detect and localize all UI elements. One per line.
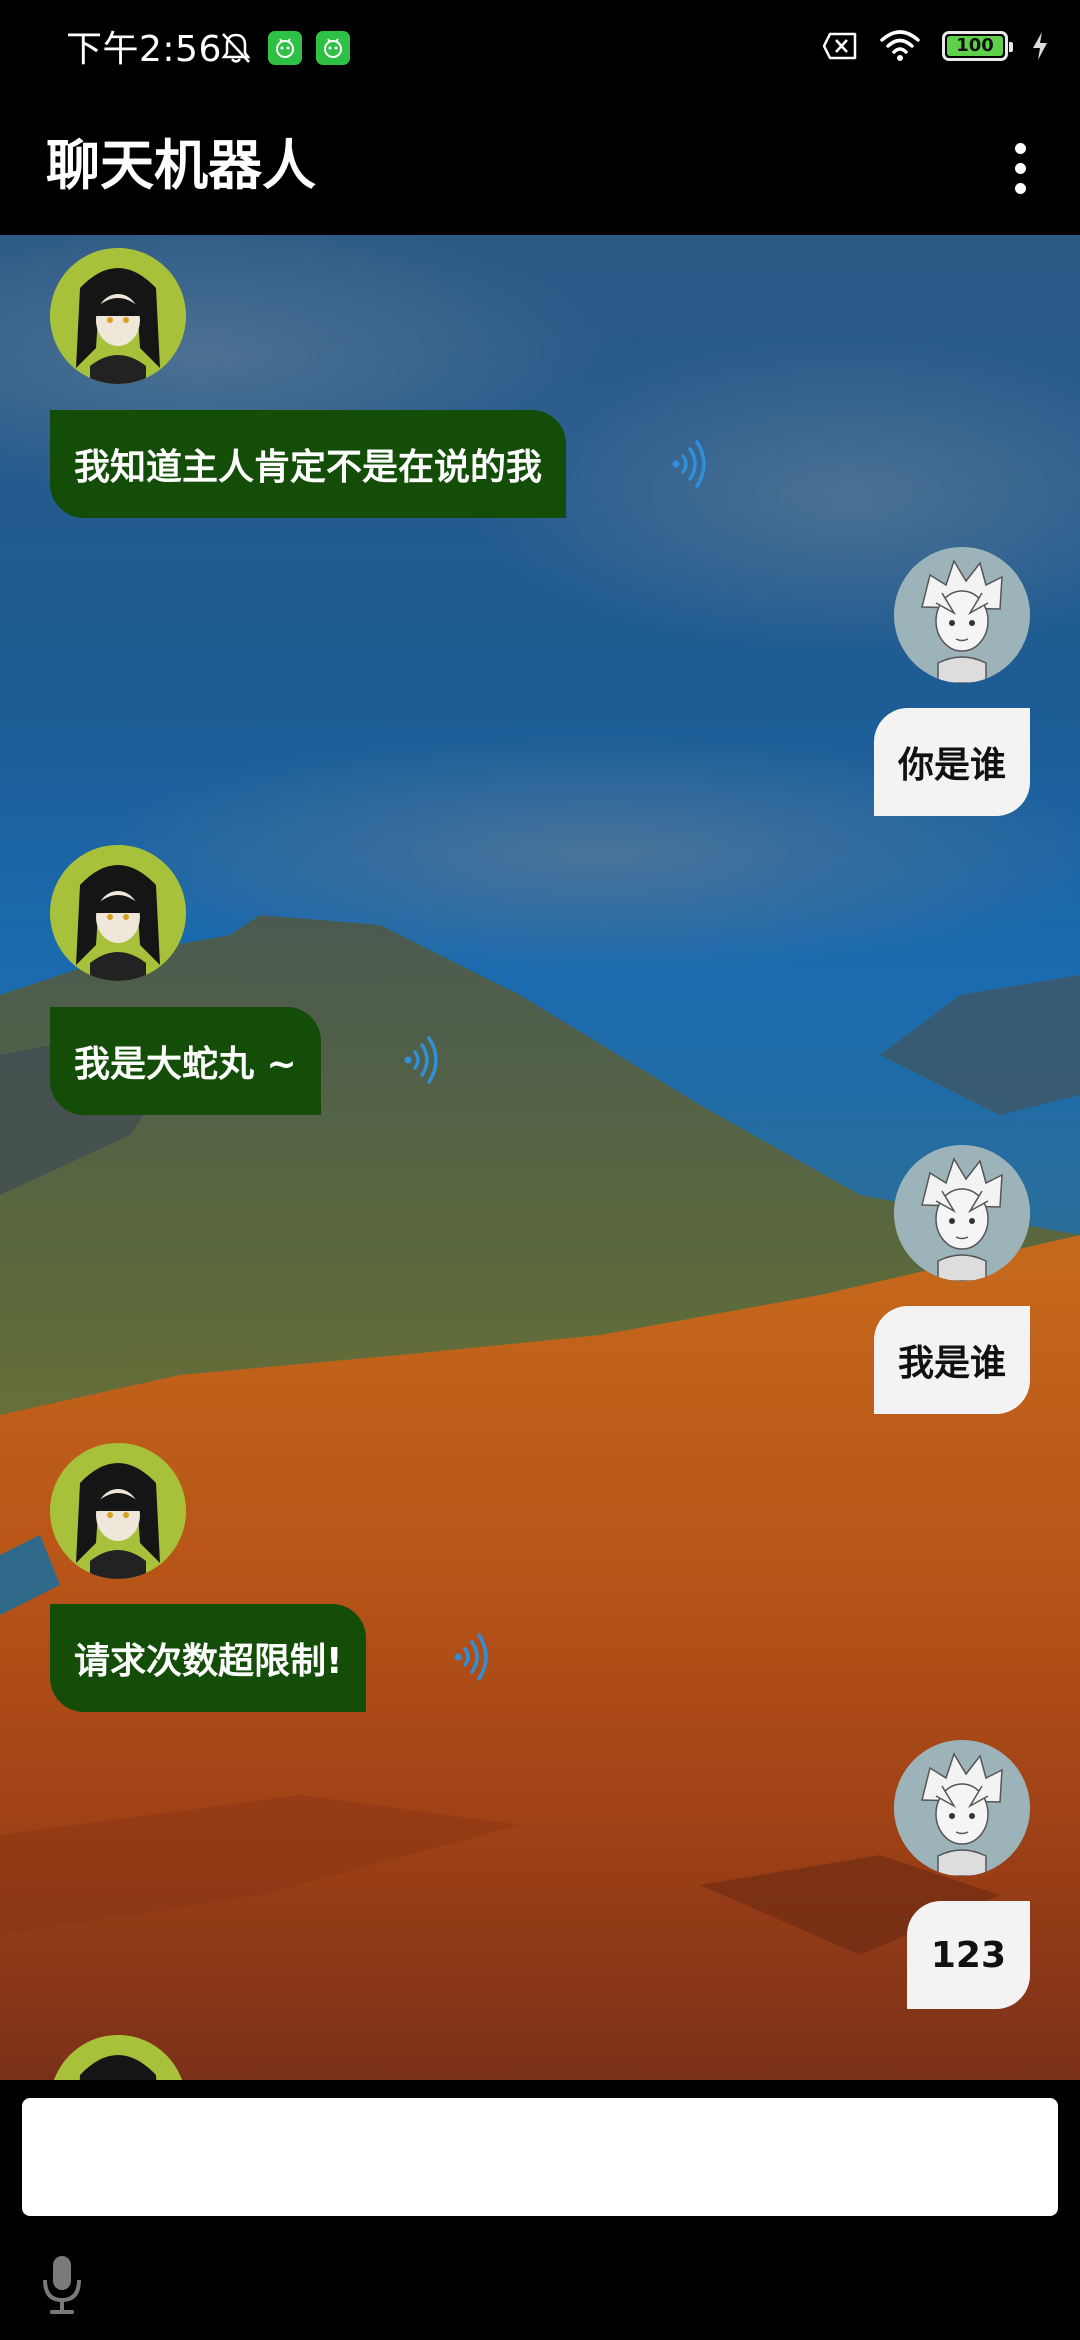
orochimaru-avatar-icon — [50, 845, 186, 981]
status-time: 下午2:56 — [66, 29, 222, 70]
message-text: 我是谁 — [897, 1343, 1006, 1384]
voice-wave-icon[interactable] — [450, 1629, 494, 1685]
message-text: 你是谁 — [897, 745, 1006, 786]
app-notification-icon — [268, 31, 302, 65]
app-bar: 聊天机器人 — [0, 100, 1080, 235]
message-text: 我知道主人肯定不是在说的我 — [74, 447, 543, 488]
chat-message-list[interactable]: 我知道主人肯定不是在说的我 你是谁 我是大蛇丸 ~ 我是谁 请求次数超限制! 1… — [0, 235, 1080, 2080]
bell-muted-icon — [221, 33, 251, 63]
orochimaru-avatar-icon — [50, 248, 186, 384]
charging-bolt-icon — [1033, 32, 1047, 60]
user-message-bubble[interactable]: 你是谁 — [873, 708, 1030, 816]
user-avatar[interactable] — [894, 1740, 1030, 1876]
white-hair-boy-avatar-icon — [894, 547, 1030, 683]
bot-avatar[interactable] — [50, 1443, 186, 1579]
status-bar: 下午2:56 100 — [0, 0, 1080, 100]
user-message-bubble[interactable]: 123 — [906, 1901, 1030, 2009]
page-title: 聊天机器人 — [46, 134, 316, 197]
voice-wave-icon[interactable] — [668, 436, 712, 492]
status-notification-icons — [218, 30, 350, 66]
microphone-icon[interactable] — [36, 2252, 88, 2316]
message-text: 我是大蛇丸 ~ — [74, 1044, 297, 1085]
bot-avatar[interactable] — [50, 845, 186, 981]
more-options-button[interactable] — [980, 120, 1060, 216]
bot-avatar[interactable] — [50, 248, 186, 384]
message-text: 123 — [930, 1934, 1006, 1976]
voice-wave-icon[interactable] — [400, 1032, 444, 1088]
bot-message-bubble[interactable]: 我是大蛇丸 ~ — [50, 1007, 321, 1115]
battery-icon: 100 — [942, 31, 1013, 61]
white-hair-boy-avatar-icon — [894, 1740, 1030, 1876]
sim-card-x-icon — [822, 32, 857, 60]
message-input[interactable] — [22, 2098, 1058, 2216]
input-bar — [0, 2080, 1080, 2340]
user-message-bubble[interactable]: 我是谁 — [873, 1306, 1030, 1414]
bot-message-bubble[interactable]: 我知道主人肯定不是在说的我 — [50, 410, 567, 518]
bot-message-bubble[interactable]: 请求次数超限制! — [50, 1604, 367, 1712]
user-avatar[interactable] — [894, 1145, 1030, 1281]
status-system-icons: 100 — [822, 30, 1050, 62]
message-text: 请求次数超限制! — [74, 1641, 343, 1682]
battery-level: 100 — [956, 35, 994, 56]
more-vertical-icon — [1014, 142, 1026, 154]
user-avatar[interactable] — [894, 547, 1030, 683]
white-hair-boy-avatar-icon — [894, 1145, 1030, 1281]
app-notification-icon — [316, 31, 350, 65]
wifi-icon — [880, 30, 920, 61]
chat-screen: 下午2:56 100 聊天机器人 我知道主人肯定不是在说的我 你是谁 我是大蛇丸… — [0, 0, 1080, 2340]
orochimaru-avatar-icon — [50, 1443, 186, 1579]
